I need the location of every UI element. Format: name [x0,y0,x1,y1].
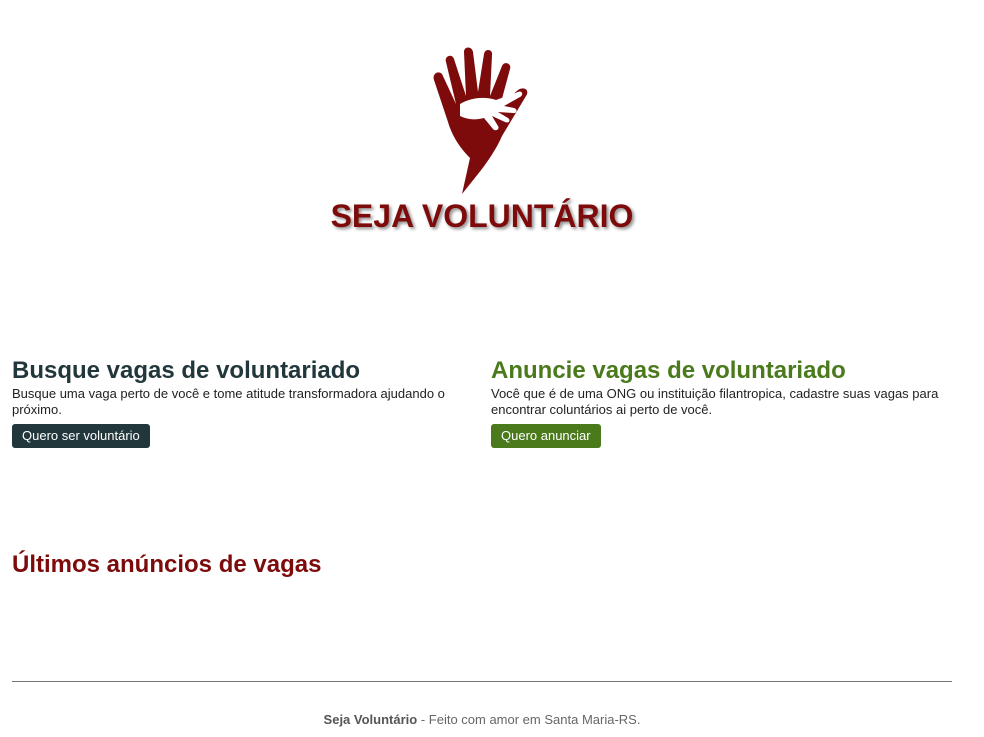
footer-text: - Feito com amor em Santa Maria-RS. [417,712,641,727]
latest-ads-heading: Últimos anúncios de vagas [12,551,322,578]
announce-description: Você que é de uma ONG ou instituição fil… [491,386,939,417]
hand-helping-hand-icon [433,47,528,194]
announce-button[interactable]: Quero anunciar [491,424,601,448]
announce-heading: Anuncie vagas de voluntariado [491,357,846,384]
search-description: Busque uma vaga perto de você e tome ati… [12,386,445,417]
footer-brand: Seja Voluntário [323,712,418,727]
volunteer-button[interactable]: Quero ser voluntário [12,424,150,448]
announce-section: Anuncie vagas de voluntariado Você que é… [491,356,951,448]
search-heading: Busque vagas de voluntariado [12,357,361,384]
footer-divider [12,681,952,682]
footer: Seja Voluntário - Feito com amor em Sant… [0,712,964,727]
brand-title: SEJA VOLUNTÁRIO [330,198,634,234]
search-section: Busque vagas de voluntariado Busque uma … [12,356,472,448]
page: SEJA VOLUNTÁRIO Busque vagas de voluntar… [0,0,984,737]
